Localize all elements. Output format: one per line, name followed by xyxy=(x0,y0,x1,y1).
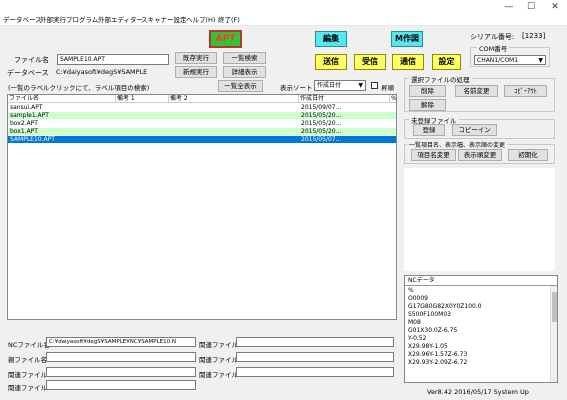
nc-line: Y-0.52 xyxy=(408,335,427,342)
database-path: C:¥daiyasoft¥degS¥SAMPLE xyxy=(56,68,148,76)
asc-checkbox[interactable] xyxy=(371,82,378,89)
nc-scrollbar-thumb[interactable] xyxy=(552,292,557,322)
unlock-button[interactable]: 解除 xyxy=(409,99,446,111)
row-filename: box1.APT xyxy=(10,128,38,135)
column-header-note1[interactable]: 備考 1 xyxy=(116,95,169,103)
minimize-icon[interactable]: — xyxy=(498,1,520,13)
menu-database[interactable]: データベース xyxy=(3,15,42,26)
filename-input[interactable]: SAMPLE10.APT xyxy=(57,54,169,65)
copy-in-button[interactable]: コピーイン xyxy=(452,124,497,136)
communication-button[interactable]: 通信 xyxy=(392,54,424,70)
list-hint: (一覧のラベルクリックにて、ラベル項目の検索) xyxy=(8,84,150,92)
file-list[interactable]: ファイル名 備考 1 備考 2 作成日付 % sansui.APT 2015/0… xyxy=(7,94,397,320)
oya-file-input[interactable] xyxy=(46,352,196,362)
row-filename: SAMPLE10.APT xyxy=(10,136,55,143)
copy-out-button[interactable]: ｺﾋﾟｰｱｳﾄ xyxy=(504,85,547,97)
init-button[interactable]: 初期化 xyxy=(508,149,548,161)
nc-line: G01X30.0Z-6.75 xyxy=(408,327,458,334)
kanren5-input[interactable] xyxy=(236,367,394,377)
nc-file-label: NCファイル名 xyxy=(8,341,50,349)
table-row[interactable]: box2.APT 2015/05/20... xyxy=(8,120,396,127)
row-filename: box2.APT xyxy=(10,120,38,127)
kanren2-input[interactable] xyxy=(46,380,196,390)
item-name-change-button[interactable]: 項目名変更 xyxy=(411,149,456,161)
nc-line: X29.93Y-2.09Z-6.72 xyxy=(408,359,468,366)
chevron-down-icon: ▼ xyxy=(538,57,543,64)
list-change-group-title: 一覧項目名、表示幅、表示順の変更 xyxy=(407,140,508,149)
com-select[interactable]: CHAN1/COM1 ▼ xyxy=(474,55,546,65)
nc-data-panel[interactable]: NCデータ % O0009 G17G80G82X0Y0Z100.0 S500F1… xyxy=(404,275,558,383)
serial-label: シリアル番号: xyxy=(470,33,515,41)
nc-line: X29.96Y-1.57Z-6.73 xyxy=(408,351,468,358)
receive-button[interactable]: 受信 xyxy=(354,54,386,70)
row-date: 2015/05/20... xyxy=(301,112,342,119)
row-filename: sansui.APT xyxy=(10,104,43,111)
column-header-filename[interactable]: ファイル名 xyxy=(8,95,116,103)
nc-line: O0009 xyxy=(408,295,428,302)
table-row-selected[interactable]: SAMPLE10.APT 2015/05/07... xyxy=(8,136,396,143)
nc-line: X29.98Y-1.05 xyxy=(408,343,448,350)
rename-button[interactable]: 名前変更 xyxy=(455,85,498,97)
title-bar xyxy=(0,0,567,14)
row-filename: sample1.APT xyxy=(10,112,49,119)
close-icon[interactable]: ✕ xyxy=(544,1,566,13)
table-row[interactable]: sansui.APT 2015/09/07... xyxy=(8,104,396,111)
send-button[interactable]: 送信 xyxy=(315,54,347,70)
menu-exit[interactable]: 終了(F) xyxy=(218,15,240,26)
com-label: COM番号 xyxy=(477,43,510,53)
selected-file-group-title: 選択ファイルの処理 xyxy=(409,74,472,84)
order-change-button[interactable]: 表示順変更 xyxy=(458,149,502,161)
menu-external-program[interactable]: 外部実行プログラム xyxy=(40,15,98,26)
row-date: 2015/09/07... xyxy=(301,104,342,111)
ichiran-zenhyouji-button[interactable]: 一覧全表示 xyxy=(218,80,263,92)
sort-select[interactable]: 作成日付 ▼ xyxy=(314,80,366,91)
nc-data-title: NCデータ xyxy=(408,277,435,284)
row-date: 2015/05/20... xyxy=(301,120,342,127)
version-status: Ver8.42 2016/05/17 System Up xyxy=(427,388,529,396)
kanren4-input[interactable] xyxy=(236,352,394,362)
filename-label: ファイル名 xyxy=(14,56,49,64)
serial-value: [1233] xyxy=(522,32,546,40)
divider xyxy=(405,285,557,286)
sort-select-value: 作成日付 xyxy=(317,82,342,89)
ichiran-kensaku-button[interactable]: 一覧検索 xyxy=(223,52,266,64)
sort-label: 表示ソート xyxy=(280,84,313,92)
settings-button[interactable]: 設定 xyxy=(432,54,461,70)
right-blank-panel xyxy=(404,168,555,271)
kanren2-label: 関連ファイル2 xyxy=(8,384,52,392)
kanren1-input[interactable] xyxy=(46,367,196,377)
kanren1-label: 関連ファイル1 xyxy=(8,371,52,379)
nc-line: S500F100M03 xyxy=(408,311,451,318)
shousai-hyouji-button[interactable]: 詳細表示 xyxy=(223,66,266,78)
delete-button[interactable]: 削除 xyxy=(409,85,446,97)
m-sakuzu-button[interactable]: M作図 xyxy=(391,31,423,47)
nc-line: % xyxy=(408,287,414,294)
nc-line: M08 xyxy=(408,319,421,326)
column-header-note2[interactable]: 備考 2 xyxy=(169,95,299,103)
menu-external-editor[interactable]: 外部エディター xyxy=(98,15,143,26)
chevron-down-icon: ▼ xyxy=(358,82,363,89)
table-row[interactable]: sample1.APT 2015/05/20... xyxy=(8,112,396,119)
nc-file-input[interactable]: C:¥daiyasoft¥degS¥SAMPLE¥NC¥SAMPLE10.N xyxy=(46,337,196,347)
shinki-jikkou-button[interactable]: 新規実行 xyxy=(175,66,217,78)
edit-button[interactable]: 編集 xyxy=(315,31,347,47)
oya-file-label: 親ファイル名 xyxy=(8,356,47,364)
maximize-icon[interactable]: ☐ xyxy=(520,1,542,13)
menu-help[interactable]: ヘルプ(H) xyxy=(186,15,215,26)
table-row[interactable]: box1.APT 2015/05/20... xyxy=(8,128,396,135)
row-date: 2015/05/20... xyxy=(301,128,342,135)
column-header-date[interactable]: 作成日付 xyxy=(299,95,390,103)
com-select-value: CHAN1/COM1 xyxy=(477,57,519,64)
column-header-percent[interactable]: % xyxy=(390,95,396,103)
register-button[interactable]: 登録 xyxy=(413,124,445,136)
nc-line: G17G80G82X0Y0Z100.0 xyxy=(408,303,482,310)
kison-jikkou-button[interactable]: 既存実行 xyxy=(175,52,217,64)
kanren3-input[interactable] xyxy=(236,337,394,347)
asc-label: 昇順 xyxy=(381,84,394,92)
apt-button[interactable]: APT xyxy=(209,30,242,48)
row-date: 2015/05/07... xyxy=(301,136,342,143)
menu-scanner-settings[interactable]: スキャナー設定 xyxy=(141,15,187,26)
database-label: データベース xyxy=(7,69,49,77)
nc-scrollbar[interactable] xyxy=(550,286,557,382)
